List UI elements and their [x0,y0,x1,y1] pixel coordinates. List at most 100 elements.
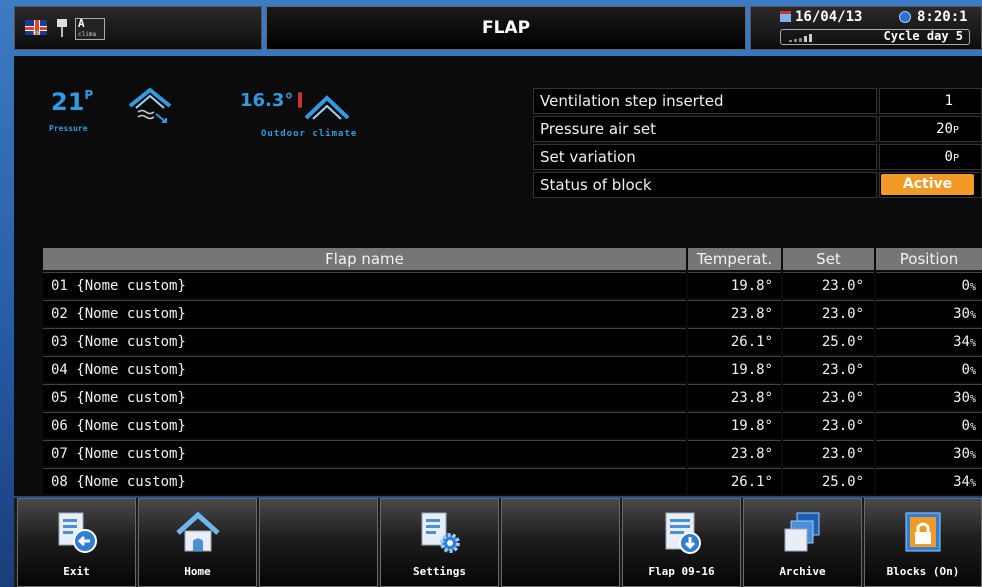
param-unit: P [952,125,959,136]
clock-icon [899,11,911,23]
blocks-button[interactable]: Blocks (On) [864,498,982,587]
exit-icon [58,512,97,553]
table-row[interactable]: 05 {Nome custom} 23.8° 23.0° 30% [43,384,982,410]
table-row[interactable]: 04 {Nome custom} 19.8° 23.0° 0% [43,356,982,382]
pressure-flap-icon [128,87,172,123]
signal-icon [789,34,819,42]
flag-sub-label: GB [33,30,41,37]
empty-toolbar-button[interactable] [501,498,620,587]
position-value: 30 [953,306,970,322]
table-row[interactable]: 08 {Nome custom} 26.1° 25.0° 34% [43,468,982,494]
position-value: 30 [953,390,970,406]
param-value[interactable]: 1 [879,88,982,114]
param-value[interactable]: 0P [879,144,982,170]
pressure-value: 21P [51,88,93,116]
datetime-panel: 16/04/13 8:20:1 Cycle day 5 [750,6,982,50]
set-cell: 23.0° [783,384,874,410]
table-row[interactable]: 01 {Nome custom} 19.8° 23.0° 0% [43,272,982,298]
param-row: Pressure air set 20P [533,116,982,142]
flap-name-cell: 05 {Nome custom} [43,384,686,410]
status-icons-panel: GB A clima [14,6,262,50]
settings-icon [421,512,460,553]
table-row[interactable]: 07 {Nome custom} 23.8° 23.0° 30% [43,440,982,466]
pressure-label: Pressure [49,124,88,133]
position-value: 34 [953,474,970,490]
set-cell: 25.0° [783,468,874,494]
position-value: 34 [953,334,970,350]
bottom-toolbar: Exit Home Settings Flap 09-16 Archive Bl… [14,498,982,587]
param-row: Ventilation step inserted 1 [533,88,982,114]
column-header-temperature[interactable]: Temperat. [688,248,781,270]
position-cell: 0% [876,272,982,298]
temperature-cell: 19.8° [688,272,781,298]
column-header-set[interactable]: Set [783,248,874,270]
flap-name-cell: 01 {Nome custom} [43,272,686,298]
clima-icon[interactable]: A clima [75,18,105,40]
set-cell: 23.0° [783,440,874,466]
table-row[interactable]: 03 {Nome custom} 26.1° 25.0° 34% [43,328,982,354]
download-document-icon [665,512,701,554]
empty-toolbar-button[interactable] [259,498,378,587]
position-cell: 30% [876,440,982,466]
cycle-day-box: Cycle day 5 [780,29,970,45]
flap-name-cell: 02 {Nome custom} [43,300,686,326]
param-unit: P [952,153,959,164]
param-number: 1 [944,93,953,109]
position-cell: 30% [876,384,982,410]
outdoor-temp-value: 16.3° [240,90,294,111]
param-value[interactable]: 20P [879,116,982,142]
param-label: Ventilation step inserted [533,88,877,114]
flap-name-cell: 04 {Nome custom} [43,356,686,382]
top-bar: GB A clima FLAP 16/04/13 8:20:1 Cycle da… [14,6,982,50]
temperature-cell: 26.1° [688,468,781,494]
table-row[interactable]: 02 {Nome custom} 23.8° 23.0° 30% [43,300,982,326]
position-cell: 30% [876,300,982,326]
param-label: Set variation [533,144,877,170]
page-title: FLAP [266,6,746,50]
position-unit: % [969,422,976,433]
position-value: 0 [961,362,970,378]
home-label: Home [184,565,211,578]
status-badge[interactable]: Active [881,174,974,195]
clima-badge-label: clima [78,31,97,38]
position-cell: 0% [876,412,982,438]
position-unit: % [969,394,976,405]
position-value: 30 [953,446,970,462]
param-row: Status of block Active [533,172,982,198]
position-unit: % [969,282,976,293]
archive-button[interactable]: Archive [743,498,862,587]
temperature-cell: 26.1° [688,328,781,354]
time-text: 8:20:1 [917,9,968,25]
home-button[interactable]: Home [138,498,257,587]
table-row[interactable]: 06 {Nome custom} 19.8° 23.0° 0% [43,412,982,438]
position-unit: % [969,338,976,349]
column-header-position[interactable]: Position [876,248,982,270]
usb-icon [57,19,67,37]
flap-next-label: Flap 09-16 [648,565,715,578]
date-text: 16/04/13 [795,9,863,25]
settings-button[interactable]: Settings [380,498,499,587]
temperature-cell: 19.8° [688,356,781,382]
blocks-label: Blocks (On) [886,565,960,578]
param-row: Set variation 0P [533,144,982,170]
position-value: 0 [961,418,970,434]
pressure-number: 21 [51,88,85,116]
set-cell: 23.0° [783,272,874,298]
position-value: 0 [961,278,970,294]
archive-icon [784,512,820,552]
param-number: 0 [944,149,953,165]
archive-label: Archive [779,565,826,578]
lock-icon [905,512,941,552]
flap-name-cell: 08 {Nome custom} [43,468,686,494]
cycle-day-text: Cycle day 5 [883,29,963,43]
position-unit: % [969,366,976,377]
flap-next-page-button[interactable]: Flap 09-16 [622,498,741,587]
exit-label: Exit [63,565,90,578]
flap-name-cell: 06 {Nome custom} [43,412,686,438]
exit-button[interactable]: Exit [17,498,136,587]
column-header-flap-name[interactable]: Flap name [43,248,686,270]
position-cell: 34% [876,328,982,354]
temperature-cell: 19.8° [688,412,781,438]
temperature-cell: 23.8° [688,300,781,326]
outdoor-roof-icon [304,95,350,120]
